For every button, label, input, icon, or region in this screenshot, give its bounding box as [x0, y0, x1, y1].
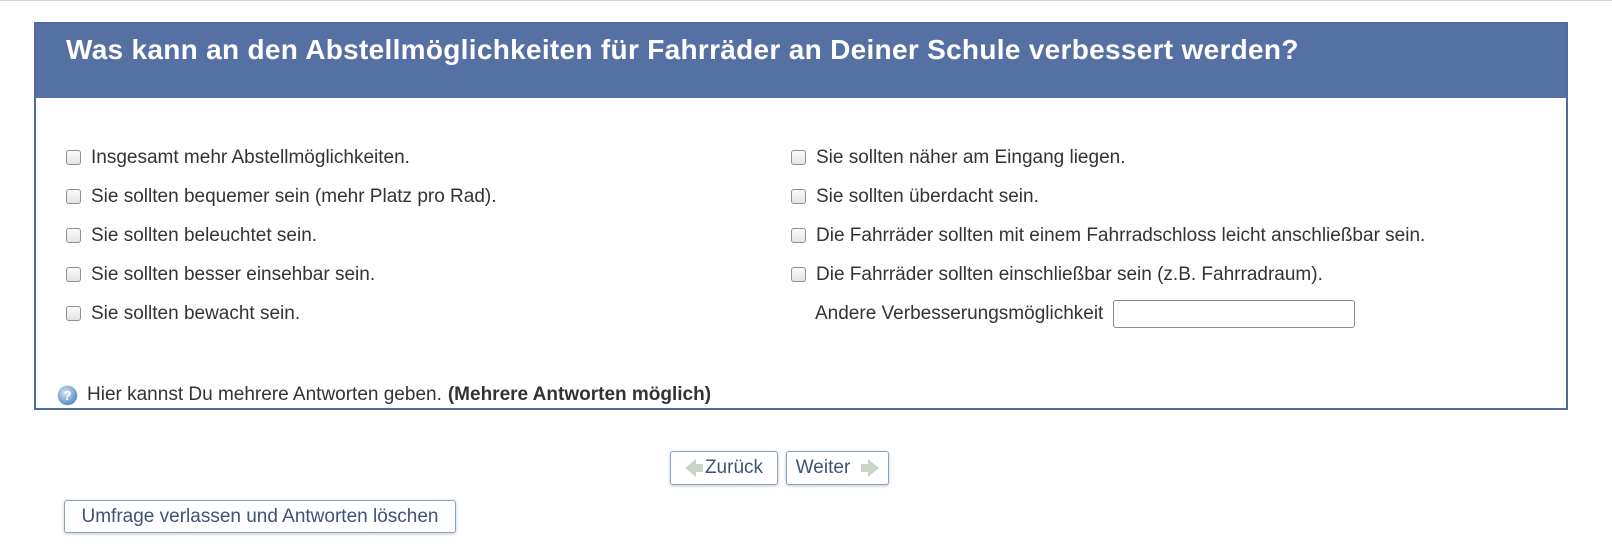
option-row[interactable]: Die Fahrräder sollten einschließbar sein… [791, 255, 1425, 294]
options-column-right: Sie sollten näher am Eingang liegen. Sie… [791, 138, 1425, 334]
option-row[interactable]: Sie sollten überdacht sein. [791, 177, 1425, 216]
other-option-label: Andere Verbesserungsmöglichkeit [815, 303, 1104, 324]
checkbox[interactable] [66, 150, 81, 165]
help-text: Hier kannst Du mehrere Antworten geben. [87, 384, 442, 405]
arrow-left-icon [684, 459, 703, 477]
question-title: Was kann an den Abstellmöglichkeiten für… [36, 24, 1566, 98]
option-row[interactable]: Sie sollten bewacht sein. [66, 294, 497, 333]
checkbox[interactable] [791, 150, 806, 165]
option-row[interactable]: Sie sollten beleuchtet sein. [66, 216, 497, 255]
checkbox[interactable] [66, 189, 81, 204]
option-label[interactable]: Die Fahrräder sollten einschließbar sein… [816, 264, 1323, 286]
checkbox[interactable] [791, 189, 806, 204]
option-row[interactable]: Die Fahrräder sollten mit einem Fahrrads… [791, 216, 1425, 255]
back-button-label: Zurück [704, 457, 764, 478]
option-label[interactable]: Sie sollten bequemer sein (mehr Platz pr… [91, 186, 497, 208]
option-label[interactable]: Sie sollten beleuchtet sein. [91, 225, 317, 247]
option-label[interactable]: Sie sollten besser einsehbar sein. [91, 264, 375, 286]
arrow-right-icon [861, 459, 880, 477]
help-hint: ? Hier kannst Du mehrere Antworten geben… [58, 384, 711, 406]
option-row[interactable]: Sie sollten bequemer sein (mehr Platz pr… [66, 177, 497, 216]
option-label[interactable]: Sie sollten näher am Eingang liegen. [816, 147, 1125, 169]
top-divider [0, 0, 1612, 1]
option-row[interactable]: Sie sollten besser einsehbar sein. [66, 255, 497, 294]
option-row[interactable]: Sie sollten näher am Eingang liegen. [791, 138, 1425, 177]
checkbox[interactable] [66, 306, 81, 321]
options-column-left: Insgesamt mehr Abstellmöglichkeiten. Sie… [66, 138, 497, 333]
question-panel: Was kann an den Abstellmöglichkeiten für… [34, 22, 1568, 410]
quit-survey-label: Umfrage verlassen und Antworten löschen [81, 505, 439, 527]
next-button[interactable]: Weiter [786, 451, 889, 485]
checkbox[interactable] [791, 267, 806, 282]
checkbox[interactable] [791, 228, 806, 243]
help-multiple-answers-note: (Mehrere Antworten möglich) [447, 384, 712, 405]
other-option-row: Andere Verbesserungsmöglichkeit [791, 294, 1425, 334]
back-button[interactable]: Zurück [670, 451, 778, 485]
option-label[interactable]: Sie sollten bewacht sein. [91, 303, 300, 325]
next-button-label: Weiter [795, 457, 851, 478]
option-label[interactable]: Sie sollten überdacht sein. [816, 186, 1039, 208]
checkbox[interactable] [66, 228, 81, 243]
option-row[interactable]: Insgesamt mehr Abstellmöglichkeiten. [66, 138, 497, 177]
other-option-input[interactable] [1113, 300, 1356, 328]
option-label[interactable]: Die Fahrräder sollten mit einem Fahrrads… [816, 225, 1425, 247]
option-label[interactable]: Insgesamt mehr Abstellmöglichkeiten. [91, 147, 410, 169]
quit-survey-button[interactable]: Umfrage verlassen und Antworten löschen [64, 500, 456, 533]
checkbox[interactable] [66, 267, 81, 282]
help-icon: ? [58, 385, 77, 405]
